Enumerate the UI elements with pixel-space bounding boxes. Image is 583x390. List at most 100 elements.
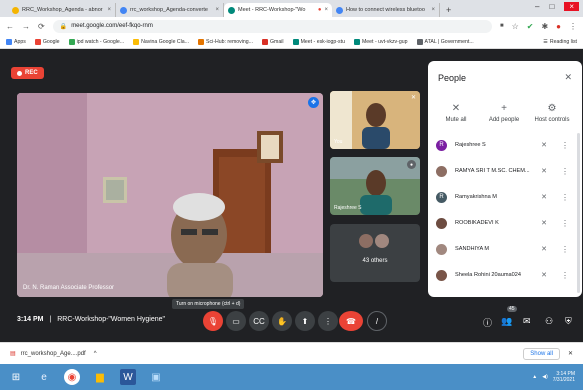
activities-icon[interactable]: ⚇ [545,316,553,327]
bookmark-item[interactable]: Meet - uvt-vkzv-gup [353,38,408,45]
chrome-icon[interactable]: ◉ [64,369,80,385]
hand-icon: ✋ [277,316,287,326]
bookmark-label: Meet - uvt-vkzv-gup [361,38,408,45]
raise-hand-button[interactable]: ✋ [272,311,292,331]
close-window-icon[interactable]: × [564,2,579,11]
close-icon[interactable]: ✕ [568,350,573,357]
captions-icon: CC [253,316,265,326]
list-item[interactable]: R Ramyakrishna M ✕ ⋮ [436,189,580,205]
more-options-icon[interactable]: ⋮ [561,141,569,150]
chat-icon[interactable]: ✉ [523,316,531,327]
url-field[interactable]: 🔒 meet.google.com/eef-fkqo-rnm [52,19,492,33]
new-tab-button[interactable]: + [440,3,457,17]
more-options-button[interactable]: ⋮ [318,311,338,331]
tab-favicon-icon [120,6,127,14]
close-icon[interactable]: × [215,7,219,13]
tab-label: How to connect wireless bluetoo [346,7,425,13]
reload-icon[interactable]: ⟳ [38,22,45,31]
mute-all-button[interactable]: ✕ Mute all [431,103,481,123]
self-tile[interactable]: ✕ You [330,91,420,149]
menu-icon[interactable]: ⋮ [569,22,577,31]
browser-tab[interactable]: rrc_workshop_Agenda-converte × [116,3,224,17]
camera-icon[interactable]: ■ [500,23,504,29]
person-name: Rajeshree S [455,142,486,148]
add-people-button[interactable]: + Add people [479,103,529,123]
back-icon[interactable]: ← [6,22,14,31]
address-bar: ← → ⟳ 🔒 meet.google.com/eef-fkqo-rnm ■ ☆… [0,17,583,35]
maximize-icon[interactable]: □ [549,2,554,11]
url-text: meet.google.com/eef-fkqo-rnm [71,23,153,29]
more-options-icon[interactable]: ⋮ [561,167,569,176]
word-icon[interactable]: W [120,369,136,385]
mic-off-icon: ✕ [541,168,547,175]
minimize-icon[interactable]: – [535,2,539,11]
more-options-icon[interactable]: ⋮ [561,271,569,280]
avatar [375,234,389,248]
camera-button[interactable]: ▭ [226,311,246,331]
info-icon[interactable]: ⓘ [483,316,492,329]
volume-icon[interactable]: ◀) [542,374,548,380]
network-icon[interactable]: ▲ [532,374,537,380]
close-icon[interactable]: ✕ [564,72,572,83]
browser-tab[interactable]: How to connect wireless bluetoo × [332,3,440,17]
window-controls: – □ × [535,2,579,11]
shield-icon[interactable]: ⛨ [565,316,572,327]
windows-start-icon[interactable]: ⊞ [8,369,24,385]
google-icon [34,38,41,45]
list-item[interactable]: SANDHIYA M ✕ ⋮ [436,241,580,257]
bookmark-item[interactable]: Sci-Hub: removing... [198,38,253,45]
list-item[interactable]: Sheela Rohini 20auma024 ✕ ⋮ [436,267,580,283]
list-item[interactable]: R Rajeshree S ✕ ⋮ [436,137,580,153]
image-viewer-icon[interactable]: ▣ [148,369,164,385]
puzzle-icon[interactable]: ✱ [541,22,548,31]
show-all-button[interactable]: Show all [523,347,560,360]
bookmark-item[interactable]: Apps [6,38,26,45]
chevron-up-icon[interactable]: ^ [94,351,97,357]
bookmark-item[interactable]: Navina Google Cla... [133,38,189,45]
edge-icon[interactable]: e [36,369,52,385]
file-explorer-icon[interactable]: ▆ [92,369,108,385]
clock[interactable]: 3:14 PM 7/31/2021 [553,371,575,383]
reading-list[interactable]: ☰ Reading list [543,39,577,45]
people-icon[interactable]: 👥 [501,316,512,327]
others-tile[interactable]: 43 others [330,224,420,282]
more-options-icon[interactable]: ⋮ [561,219,569,228]
scrollbar[interactable] [577,133,580,293]
list-item[interactable]: ROOBIKADEVI K ✕ ⋮ [436,215,580,231]
bookmark-item[interactable]: ipd watch - Google... [68,38,125,45]
close-icon[interactable]: × [431,7,435,13]
browser-tab-active[interactable]: Meet - RRC-Workshop-"Wo ● × [224,3,332,17]
list-item[interactable]: RAMYA SRI T M.SC. CHEM... ✕ ⋮ [436,163,580,179]
extension-check-icon[interactable]: ✔ [527,22,534,31]
bookmark-item[interactable]: Meet - esk-iogp-stu [292,38,345,45]
download-item[interactable]: rrc_workshop_Age....pdf [21,351,86,357]
others-label: 43 others [362,258,388,264]
leave-call-button[interactable]: ☎ [339,311,363,331]
bookmark-label: ipd watch - Google... [76,38,125,45]
captions-button[interactable]: CC [249,311,269,331]
more-options-icon[interactable]: ● [407,160,416,169]
bookmark-item[interactable]: Google [34,38,60,45]
forward-icon[interactable]: → [22,22,30,31]
close-icon[interactable]: × [324,7,328,13]
main-speaker-video[interactable]: ✥ Dr. N. Raman Associate Professor [17,93,323,297]
star-icon[interactable]: ☆ [512,22,519,31]
browser-tab[interactable]: RRC_Workshop_Agenda - abnor × [8,3,116,17]
present-button[interactable]: ⬆ [295,311,315,331]
person-name: ROOBIKADEVI K [455,220,499,226]
profile-icon[interactable]: ● [556,22,561,31]
mic-off-icon: 🎙 [207,316,219,326]
bookmark-item[interactable]: ATAL | Government... [416,38,474,45]
close-icon[interactable]: × [107,7,111,13]
participant-tile[interactable]: ● Rajeshree S [330,157,420,215]
speaker-video-frame [17,93,323,297]
more-options-icon[interactable]: ⋮ [561,193,569,202]
pin-icon[interactable]: ✥ [308,97,319,108]
more-options-icon[interactable]: ⋮ [561,245,569,254]
globe-icon [416,38,423,45]
pdf-icon: ▤ [10,351,16,357]
host-controls-button[interactable]: ⚙ Host controls [527,103,577,123]
avatar: R [436,191,447,203]
bookmark-item[interactable]: Gmail [262,38,284,45]
microphone-button[interactable]: 🎙 [203,311,223,331]
